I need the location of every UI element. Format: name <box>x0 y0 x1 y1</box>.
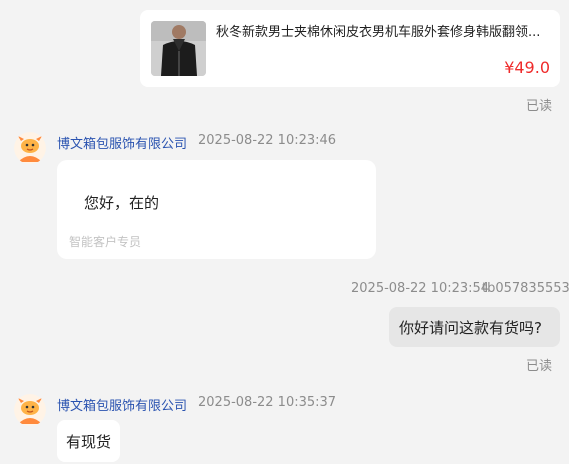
product-title[interactable]: 秋冬新款男士夹棉休闲皮衣男机车服外套修身韩版翻领... <box>216 23 551 43</box>
product-price: ¥49.0 <box>504 58 550 77</box>
chat-window: 秋冬新款男士夹棉休闲皮衣男机车服外套修身韩版翻领... ¥49.0 已读 博文箱… <box>0 0 569 464</box>
message-time: 2025-08-22 10:23:54 <box>351 281 490 296</box>
message-bubble-outgoing: 你好请问这款有货吗? <box>389 307 560 347</box>
orange-mascot-avatar-icon[interactable] <box>14 132 46 164</box>
message-time: 2025-08-22 10:35:37 <box>198 395 337 410</box>
product-card[interactable]: 秋冬新款男士夹棉休闲皮衣男机车服外套修身韩版翻领... ¥49.0 <box>140 10 560 87</box>
message-time: 2025-08-22 10:23:46 <box>198 133 337 148</box>
sender-name: 博文箱包服饰有限公司 <box>57 137 188 152</box>
sender-name: 博文箱包服饰有限公司 <box>57 399 188 414</box>
product-image[interactable] <box>151 21 206 76</box>
orange-mascot-avatar-icon[interactable] <box>14 394 46 426</box>
message-bubble-incoming: 有现货 <box>57 420 120 462</box>
message-text: 有现货 <box>66 433 112 451</box>
read-status: 已读 <box>525 99 552 114</box>
message-text: 你好请问这款有货吗? <box>399 319 542 337</box>
read-status: 已读 <box>525 359 552 374</box>
user-id: tb057835553 <box>482 281 569 296</box>
message-text: 您好，在的 <box>84 194 160 212</box>
message-bubble-incoming: 您好，在的 智能客户专员 <box>57 160 376 259</box>
agent-label: 智能客户专员 <box>69 235 142 249</box>
